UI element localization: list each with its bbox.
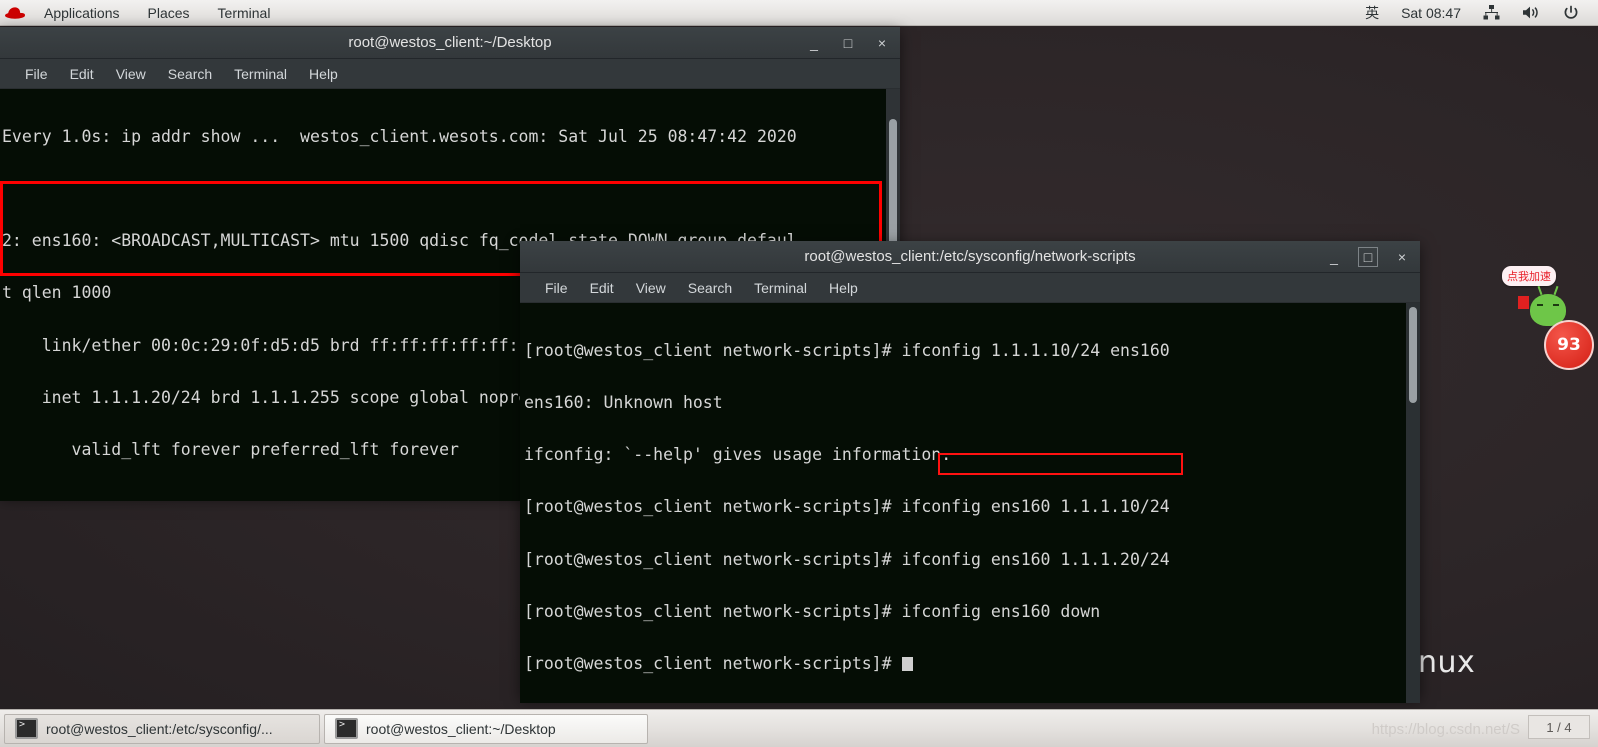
menu-applications[interactable]: Applications [30, 0, 134, 26]
terminal-line: ifconfig: `--help' gives usage informati… [524, 445, 952, 465]
window2-scrollbar-thumb[interactable] [1409, 307, 1417, 403]
volume-icon[interactable] [1511, 0, 1552, 26]
network-icon[interactable] [1472, 0, 1511, 26]
flag-icon [1518, 296, 1529, 309]
power-icon[interactable] [1552, 0, 1590, 26]
menu-terminal[interactable]: Terminal [204, 0, 285, 26]
taskbar-item-label: root@westos_client:/etc/sysconfig/... [46, 720, 273, 737]
window1-menubar: File Edit View Search Terminal Help [0, 59, 900, 89]
mascot-eye-left [1537, 304, 1543, 306]
input-method-indicator[interactable]: 英 [1354, 0, 1390, 26]
terminal-line: [root@westos_client network-scripts]# if… [524, 549, 1170, 569]
window2-menubar: File Edit View Search Terminal Help [520, 273, 1420, 303]
menu-item-file[interactable]: File [14, 66, 59, 82]
minimize-icon[interactable]: _ [806, 35, 822, 51]
accelerate-bubble-text[interactable]: 点我加速 [1502, 266, 1556, 286]
terminal-line: [root@westos_client network-scripts]# if… [524, 340, 1170, 360]
menu-item-edit[interactable]: Edit [579, 280, 625, 296]
wallpaper-text: nux [1418, 645, 1476, 680]
maximize-icon[interactable]: □ [840, 35, 856, 51]
terminal-line: ens160: Unknown host [524, 393, 723, 413]
menu-item-edit[interactable]: Edit [59, 66, 105, 82]
menu-item-help[interactable]: Help [298, 66, 349, 82]
window2-title: root@westos_client:/etc/sysconfig/networ… [804, 248, 1136, 265]
terminal-cursor [901, 657, 913, 672]
menu-item-file[interactable]: File [534, 280, 579, 296]
window1-title: root@westos_client:~/Desktop [348, 34, 552, 51]
terminal-line: [root@westos_client network-scripts]# if… [524, 601, 1101, 621]
taskbar-item-desktop[interactable]: root@westos_client:~/Desktop [324, 713, 648, 744]
top-panel: Applications Places Terminal 英 Sat 08:47 [0, 0, 1598, 26]
taskbar-item-label: root@westos_client:~/Desktop [366, 720, 556, 737]
terminal-line: [root@westos_client network-scripts]# if… [524, 497, 1170, 517]
menu-item-view[interactable]: View [105, 66, 157, 82]
menu-item-help[interactable]: Help [818, 280, 869, 296]
terminal-icon [15, 718, 38, 739]
window2-terminal-output[interactable]: [root@westos_client network-scripts]# if… [520, 303, 1420, 703]
terminal-icon [335, 718, 358, 739]
close-icon[interactable]: × [1394, 249, 1410, 265]
window1-titlebar[interactable]: root@westos_client:~/Desktop _ □ × [0, 27, 900, 59]
watermark-text: https://blog.csdn.net/S [1371, 721, 1520, 738]
window2-controls: _ □ × [1326, 241, 1410, 272]
panel-tray: 英 Sat 08:47 [1354, 0, 1598, 26]
window2-scrollbar[interactable] [1406, 303, 1420, 703]
window2-titlebar[interactable]: root@westos_client:/etc/sysconfig/networ… [520, 241, 1420, 273]
terminal-window-network-scripts[interactable]: root@westos_client:/etc/sysconfig/networ… [520, 241, 1420, 703]
menu-item-terminal[interactable]: Terminal [743, 280, 818, 296]
terminal-prompt-line: [root@westos_client network-scripts]# [524, 655, 1420, 672]
accelerate-widget[interactable]: 点我加速 93 [1500, 266, 1598, 374]
window1-controls: _ □ × [806, 27, 890, 58]
workspace-indicator[interactable]: 1 / 4 [1528, 715, 1590, 739]
close-icon[interactable]: × [874, 35, 890, 51]
menu-item-search[interactable]: Search [677, 280, 743, 296]
maximize-icon[interactable]: □ [1358, 246, 1378, 267]
menu-item-view[interactable]: View [625, 280, 677, 296]
mascot-eye-right [1553, 304, 1559, 306]
terminal-line: Every 1.0s: ip addr show ... westos_clie… [2, 126, 797, 146]
taskbar-item-network-scripts[interactable]: root@westos_client:/etc/sysconfig/... [4, 713, 320, 744]
minimize-icon[interactable]: _ [1326, 249, 1342, 265]
taskbar: root@westos_client:/etc/sysconfig/... ro… [0, 709, 1598, 747]
clock[interactable]: Sat 08:47 [1390, 0, 1472, 26]
menu-item-terminal[interactable]: Terminal [223, 66, 298, 82]
redhat-logo-icon[interactable] [0, 6, 30, 20]
accelerate-score[interactable]: 93 [1544, 320, 1594, 370]
menu-places[interactable]: Places [134, 0, 204, 26]
terminal-prompt: [root@westos_client network-scripts]# [524, 654, 902, 674]
menu-item-search[interactable]: Search [157, 66, 223, 82]
